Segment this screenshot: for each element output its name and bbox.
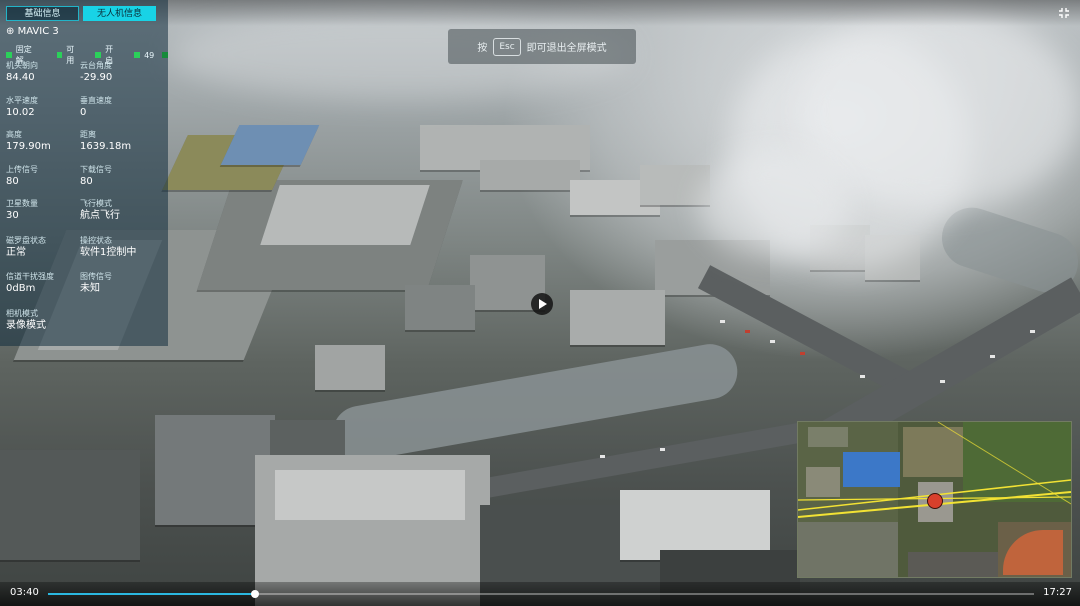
telemetry-label: 图传信号 xyxy=(80,272,112,281)
telemetry-channel-interference: 信道干扰强度 0dBm xyxy=(6,272,80,296)
telemetry-label: 上传信号 xyxy=(6,165,38,174)
telemetry-value: 未知 xyxy=(80,283,100,294)
video-player-controls: 03:40 17:27 xyxy=(0,582,1080,606)
drone-position-marker-icon xyxy=(927,493,943,509)
drone-model-label: MAVIC 3 xyxy=(17,26,59,37)
telemetry-label: 垂直速度 xyxy=(80,96,112,105)
telemetry-distance: 距离 1639.18m xyxy=(80,130,154,154)
telemetry-value: 0 xyxy=(80,107,87,118)
telemetry-label: 水平速度 xyxy=(6,96,38,105)
telemetry-value: 录像模式 xyxy=(6,320,46,331)
telemetry-control-status: 操控状态 软件1控制中 xyxy=(80,236,154,260)
telemetry-label: 信道干扰强度 xyxy=(6,272,54,281)
esc-hint-suffix: 即可退出全屏模式 xyxy=(526,43,607,54)
play-icon[interactable] xyxy=(531,293,553,315)
enabled-status-icon xyxy=(95,52,102,58)
telemetry-vertical-speed: 垂直速度 0 xyxy=(80,96,154,120)
telemetry-altitude: 高度 179.90m xyxy=(6,130,80,154)
signal-status-value: 49 xyxy=(144,50,155,60)
telemetry-label: 机头朝向 xyxy=(6,61,38,70)
telemetry-label: 飞行模式 xyxy=(80,199,112,208)
telemetry-value: 航点飞行 xyxy=(80,210,120,221)
total-time: 17:27 xyxy=(1043,587,1072,598)
telemetry-value: 179.90m xyxy=(6,141,51,152)
telemetry-value: 10.02 xyxy=(6,107,35,118)
telemetry-upload-signal: 上传信号 80 xyxy=(6,165,80,189)
signal-status-icon xyxy=(134,52,141,58)
telemetry-flight-mode: 飞行模式 航点飞行 xyxy=(80,199,154,223)
tab-base-info[interactable]: 基础信息 xyxy=(6,6,79,21)
telemetry-label: 磁罗盘状态 xyxy=(6,236,46,245)
telemetry-label: 下载信号 xyxy=(80,165,112,174)
telemetry-horizontal-speed: 水平速度 10.02 xyxy=(6,96,80,120)
telemetry-label: 距离 xyxy=(80,130,96,139)
telemetry-value: 正常 xyxy=(6,247,26,258)
telemetry-value: 软件1控制中 xyxy=(80,247,137,258)
telemetry-label: 云台角度 xyxy=(80,61,112,70)
satellite-minimap[interactable] xyxy=(797,421,1072,578)
signal-indicator-icon xyxy=(162,52,168,58)
drone-info-panel: 基础信息 无人机信息 ⊕ MAVIC 3 固定解 可用 开启 49 机头朝向 8… xyxy=(0,0,168,346)
telemetry-value: -29.90 xyxy=(80,72,113,83)
telemetry-value: 80 xyxy=(80,176,93,187)
telemetry-label: 相机模式 xyxy=(6,309,38,318)
telemetry-heading: 机头朝向 84.40 xyxy=(6,61,80,85)
telemetry-value: 0dBm xyxy=(6,283,36,294)
available-status-icon xyxy=(56,52,63,58)
telemetry-value: 84.40 xyxy=(6,72,35,83)
esc-hint-prefix: 按 xyxy=(477,43,488,54)
telemetry-value: 80 xyxy=(6,176,19,187)
esc-key-badge: Esc xyxy=(493,37,521,56)
drone-icon: ⊕ xyxy=(6,26,15,37)
telemetry-value: 1639.18m xyxy=(80,141,132,152)
progress-handle[interactable] xyxy=(251,590,260,598)
telemetry-compass-status: 磁罗盘状态 正常 xyxy=(6,236,80,260)
telemetry-gimbal-angle: 云台角度 -29.90 xyxy=(80,61,154,85)
info-tabs: 基础信息 无人机信息 xyxy=(6,6,156,21)
drone-model: ⊕ MAVIC 3 xyxy=(6,26,59,37)
progress-track[interactable] xyxy=(48,590,1034,598)
current-time: 03:40 xyxy=(10,587,39,598)
telemetry-satellite-count: 卫星数量 30 xyxy=(6,199,80,223)
telemetry-download-signal: 下载信号 80 xyxy=(80,165,154,189)
telemetry-video-link: 图传信号 未知 xyxy=(80,272,154,296)
fullscreen-exit-icon[interactable] xyxy=(1058,7,1070,19)
telemetry-label: 卫星数量 xyxy=(6,199,38,208)
telemetry-camera-mode: 相机模式 录像模式 xyxy=(6,309,80,333)
telemetry-label: 高度 xyxy=(6,130,22,139)
tab-drone-info[interactable]: 无人机信息 xyxy=(83,6,156,21)
telemetry-value: 30 xyxy=(6,210,19,221)
telemetry-label: 操控状态 xyxy=(80,236,112,245)
exit-fullscreen-hint: 按 Esc 即可退出全屏模式 xyxy=(448,29,636,64)
progress-fill xyxy=(48,593,256,595)
rtk-status-icon xyxy=(6,52,12,58)
